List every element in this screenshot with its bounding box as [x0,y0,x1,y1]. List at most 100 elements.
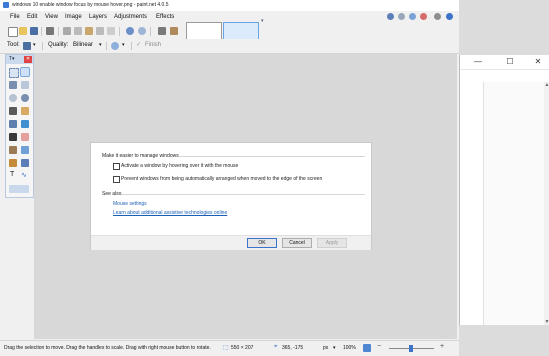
zoom-to-window-icon[interactable] [363,344,371,352]
minimize-icon[interactable]: — [468,56,488,68]
deselect-icon[interactable] [107,27,115,35]
scrollbar[interactable]: ▲ ▼ [544,82,549,325]
menu-view[interactable]: View [45,14,58,20]
chevron-down-icon[interactable]: ▾ [33,42,36,48]
colors-window-icon[interactable] [420,13,427,20]
lasso-select-icon[interactable] [9,81,17,89]
menu-file[interactable]: File [10,14,20,20]
maximize-icon[interactable]: ☐ [500,56,520,68]
copy-icon[interactable] [74,27,82,35]
thumbnail-dropdown-icon[interactable]: ▾ [261,18,264,24]
background-window-content: ▲ ▼ [483,82,549,325]
checkmark-icon: ✓ [136,42,142,48]
paint-bucket-icon[interactable] [9,120,17,128]
dialog-footer: OK Cancel Apply [91,235,371,250]
dialog-screenshot[interactable]: Make it easier to manage windows Activat… [90,142,372,250]
scroll-down-icon[interactable]: ▼ [544,319,549,325]
gradient-icon[interactable] [21,120,29,128]
tools-palette-icon: T▾ [9,56,15,62]
background-window-titlebar: — ☐ ✕ [460,55,549,70]
tool-label: Tool: [7,42,20,48]
move-selection-icon[interactable] [20,67,30,77]
window-title: windows 10 enable window focus by mouse … [12,2,169,8]
hover-activate-label: Activate a window by hovering over it wi… [121,163,239,169]
hover-activate-checkbox[interactable] [113,163,120,170]
layers-window-icon[interactable] [409,13,416,20]
move-selection-tool-icon[interactable] [23,42,31,50]
see-also-heading: See also [102,191,122,197]
status-bar: Drag the selection to move. Drag the han… [0,340,459,356]
clone-stamp-icon[interactable] [9,159,17,167]
tools-palette: T▾ ✕ T ∿ [5,54,34,198]
menu-layers[interactable]: Layers [89,14,107,20]
close-icon[interactable]: ✕ [24,56,32,63]
cancel-button[interactable]: Cancel [282,238,312,248]
toolbar-separator [58,27,59,36]
pan-icon[interactable] [21,107,29,115]
chevron-down-icon[interactable]: ▾ [99,42,102,48]
line-curve-icon[interactable]: ∿ [21,171,27,179]
text-tool-icon[interactable]: T [10,171,14,178]
ok-button[interactable]: OK [247,238,277,248]
ruler-icon[interactable] [170,27,178,35]
pencil-icon[interactable] [9,146,17,154]
tools-palette-header[interactable]: T▾ ✕ [6,55,33,64]
toolbar-separator [131,42,132,50]
redo-icon[interactable] [138,27,146,35]
mouse-settings-link[interactable]: Mouse settings [113,201,147,207]
apply-button[interactable]: Apply [317,238,347,248]
chevron-down-icon[interactable]: ▾ [122,42,125,48]
eraser-icon[interactable] [21,133,29,141]
zoom-slider-thumb[interactable] [409,345,413,352]
zoom-icon[interactable] [21,94,29,102]
move-selected-pixels-icon[interactable] [21,81,29,89]
prevent-arrange-checkbox[interactable] [113,176,120,183]
ellipse-select-icon[interactable] [9,94,17,102]
crop-icon[interactable] [96,27,104,35]
toolbar-separator [42,42,43,50]
tools-window-icon[interactable] [387,13,394,20]
quality-select[interactable]: Bilinear [73,42,93,48]
image-thumbnail[interactable] [186,22,222,40]
undo-icon[interactable] [126,27,134,35]
menu-effects[interactable]: Effects [156,14,174,20]
cut-icon[interactable] [63,27,71,35]
cursor-position: 365, -175 [282,345,304,351]
selection-size: 550 × 207 [231,345,254,351]
grid-icon[interactable] [158,27,166,35]
magic-wand-icon[interactable] [9,107,17,115]
zoom-value[interactable]: 100% [343,345,356,351]
divider [121,194,365,195]
recolor-icon[interactable] [21,159,29,167]
zoom-in-icon[interactable]: + [440,343,444,350]
menu-adjustments[interactable]: Adjustments [114,14,147,20]
print-icon[interactable] [46,27,54,35]
window-tools [385,12,459,24]
scroll-up-icon[interactable]: ▲ [544,82,549,88]
zoom-out-icon[interactable]: − [377,343,381,350]
paintbrush-icon[interactable] [9,133,17,141]
save-icon[interactable] [30,27,38,35]
new-file-icon[interactable] [8,27,18,37]
status-hint: Drag the selection to move. Drag the han… [4,345,211,351]
paste-icon[interactable] [85,27,93,35]
antialias-icon[interactable] [111,42,119,50]
units-select[interactable]: px [323,345,328,351]
toolbar-separator [106,42,107,50]
help-icon[interactable] [446,13,453,20]
color-picker-icon[interactable] [21,146,29,154]
settings-icon[interactable] [434,13,441,20]
open-folder-icon[interactable] [19,27,27,35]
chevron-down-icon[interactable]: ▾ [333,345,336,351]
menu-edit[interactable]: Edit [27,14,37,20]
menu-image[interactable]: Image [65,14,82,20]
finish-button[interactable]: Finish [145,42,161,48]
close-icon[interactable]: ✕ [528,56,548,68]
assistive-tech-link[interactable]: Learn about additional assistive technol… [113,210,227,216]
image-thumbnails: ▾ [185,18,265,40]
image-thumbnail-active[interactable] [223,22,259,40]
rectangle-select-icon[interactable] [9,68,19,78]
history-window-icon[interactable] [398,13,405,20]
shapes-icon[interactable] [9,185,29,193]
background-window: — ☐ ✕ ▲ ▼ [459,55,549,325]
